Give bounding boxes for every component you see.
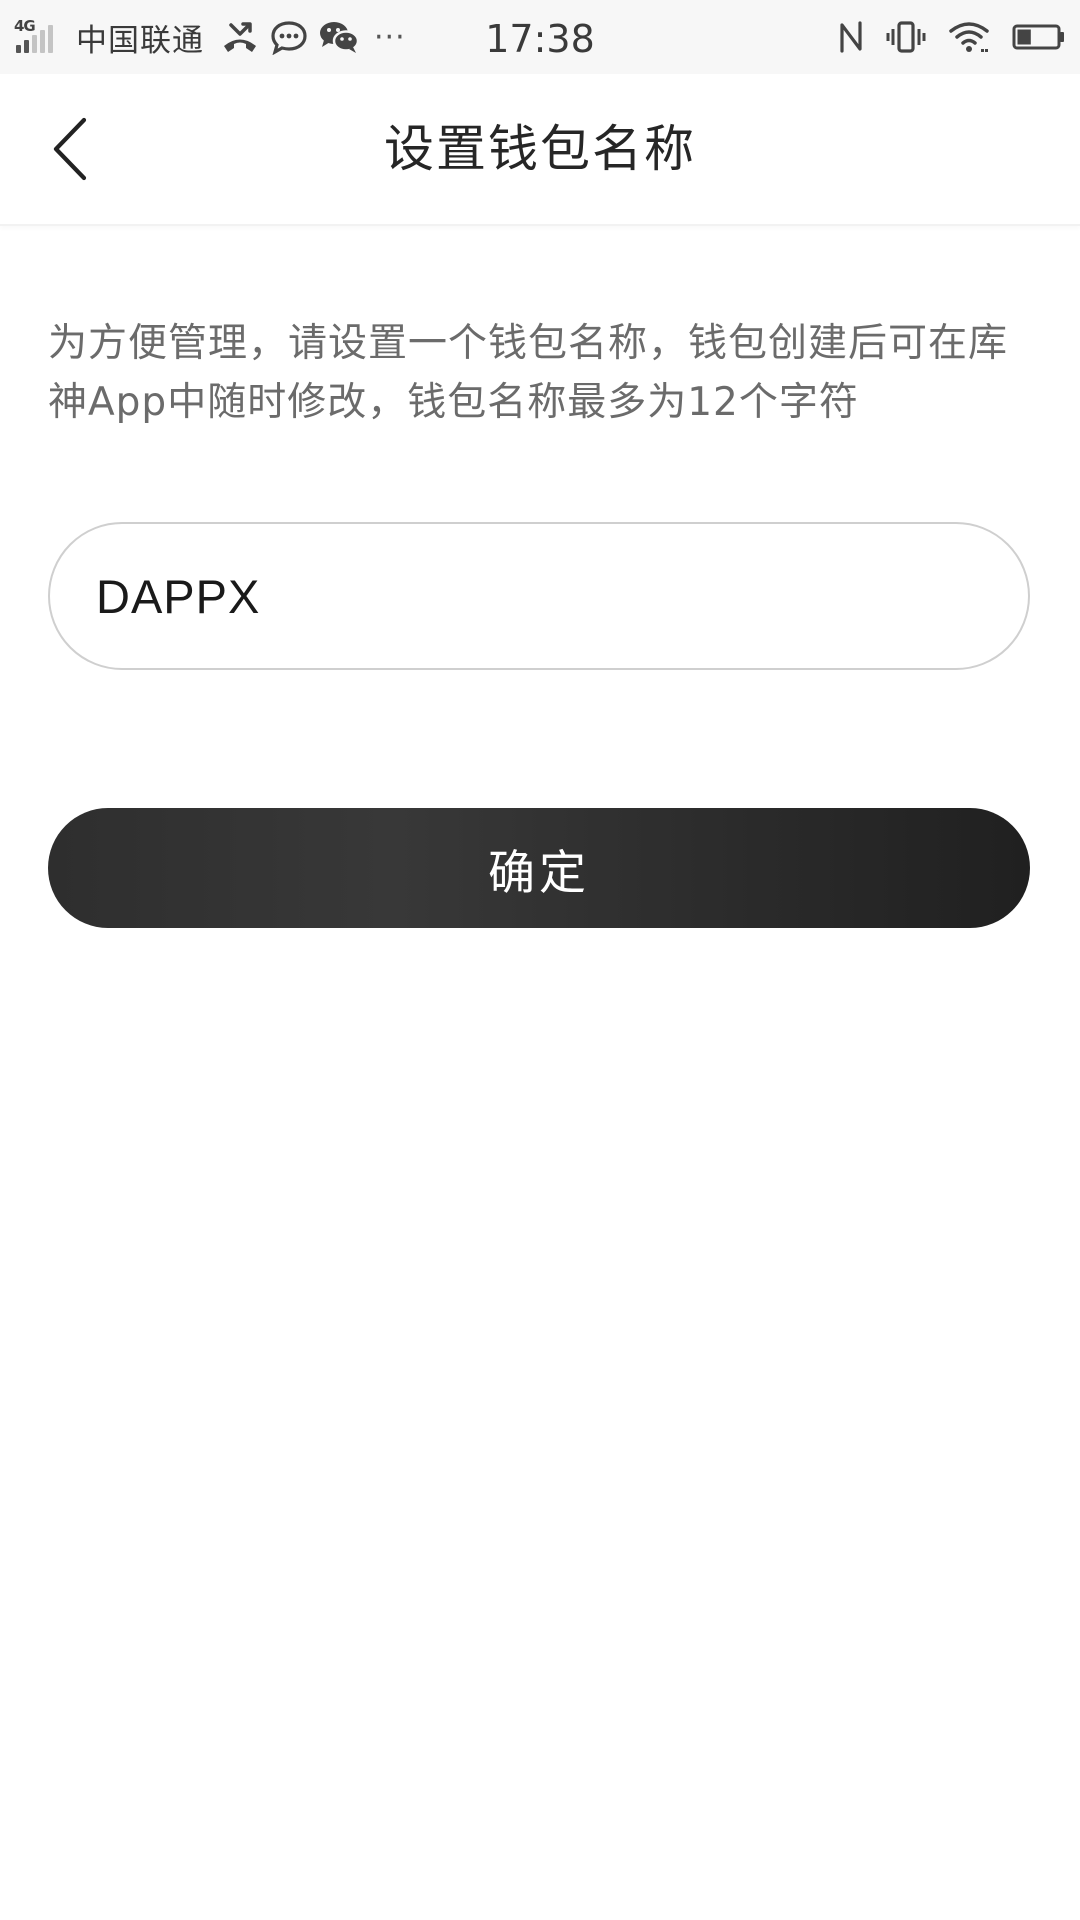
page-title: 设置钱包名称 xyxy=(384,120,696,178)
wallet-name-input[interactable] xyxy=(96,568,982,624)
signal-bar xyxy=(32,35,37,53)
signal-strength-icon: 4G xyxy=(14,17,60,57)
signal-bar xyxy=(48,25,53,53)
wechat-icon xyxy=(318,19,360,55)
network-type-label: 4G xyxy=(14,17,36,35)
missed-call-icon xyxy=(220,19,260,55)
status-bar-right xyxy=(816,0,1066,74)
instruction-text: 为方便管理，请设置一个钱包名称，钱包创建后可在库神App中随时修改，钱包名称最多… xyxy=(48,321,1009,425)
signal-bar xyxy=(40,30,45,53)
wallet-name-field[interactable] xyxy=(48,522,1030,670)
signal-bar xyxy=(16,45,21,53)
confirm-button[interactable]: 确定 xyxy=(48,808,1030,928)
back-button[interactable] xyxy=(30,104,110,194)
nfc-icon xyxy=(838,19,864,55)
message-bubble-icon xyxy=(270,19,308,55)
carrier-name: 中国联通 xyxy=(76,22,204,59)
status-bar-left: 4G 中国联通 ··· xyxy=(14,0,406,74)
battery-icon xyxy=(1012,19,1066,55)
battery-level-fill xyxy=(1017,29,1031,45)
vibrate-icon xyxy=(886,19,926,55)
more-notifications-indicator: ··· xyxy=(374,19,406,55)
navigation-bar: 设置钱包名称 xyxy=(0,74,1080,226)
status-bar: 4G 中国联通 ··· 17:38 xyxy=(0,0,1080,74)
screen: 4G 中国联通 ··· 17:38 设置钱包名称 为方便管理，请设置一个钱包名称… xyxy=(0,0,1080,1920)
signal-bar xyxy=(24,40,29,53)
chevron-left-icon xyxy=(53,117,87,181)
wifi-icon xyxy=(948,19,990,55)
